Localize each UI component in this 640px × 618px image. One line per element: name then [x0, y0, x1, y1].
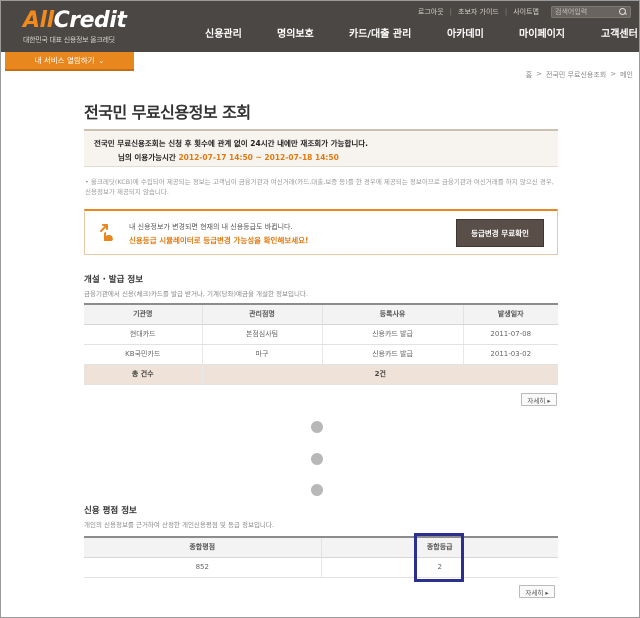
cell-date: 2011-07-08 [462, 324, 558, 345]
page-frame: AllCredit 대한민국 대표 신용정보 올크레딧 로그아웃 | 초보자 가… [0, 0, 640, 618]
allcredit-logo[interactable]: AllCredit 대한민국 대표 신용정보 올크레딧 [23, 8, 127, 45]
simulator-info-text: 내 신용정보가 변경되면 현재의 내 신용등급도 바뀝니다. [129, 223, 293, 231]
footnote-text: • 올크레딧(KCB)에 수집되어 제공되는 정보는 고객님이 금융기관과 여신… [85, 178, 554, 196]
my-services-dropdown[interactable]: 내 서비스 열람하기 ⌄ [5, 52, 134, 71]
col-header-reason: 등록사유 [321, 303, 463, 325]
nav-mypage[interactable]: 마이페이지 [519, 25, 565, 40]
cell-reason: 신용카드 발급 [321, 324, 463, 345]
col-header-branch: 관리점명 [201, 303, 322, 325]
issuance-section-desc: 금융기관에서 신용(체크)카드를 발급 받거나, 기계(당좌)예금을 개설한 정… [84, 290, 309, 298]
notice-line-2: 님의 이용가능시간 2012-07-17 14:50 ~ 2012-07-18 … [94, 152, 558, 163]
grade-simulator-banner: 내 신용정보가 변경되면 현재의 내 신용등급도 바뀝니다. 신용등급 시뮬레이… [84, 209, 558, 255]
total-value: 2건 [201, 364, 558, 385]
notice-available-time-label: 님의 이용가능시간 [118, 153, 176, 162]
utility-nav: 로그아웃 | 초보자 가이드 | 사이트맵 [412, 5, 631, 19]
table-row: 현대카드 본점심사팀 신용카드 발급 2011-07-08 [84, 324, 558, 345]
rating-section-desc: 개인의 신용정보를 근거하여 산정한 개인신용평점 및 등급 정보입니다. [84, 521, 274, 529]
grade-highlight-box [414, 533, 464, 582]
issuance-more-button[interactable]: 자세히 ▸ [521, 393, 557, 406]
cell-date: 2011-03-02 [462, 344, 558, 365]
site-header: AllCredit 대한민국 대표 신용정보 올크레딧 로그아웃 | 초보자 가… [1, 1, 639, 52]
col-header-institution: 기관명 [84, 303, 202, 325]
notice-line-1: 전국민 무료신용조회는 신청 후 횟수에 관계 없이 24시간 내에만 재조회가… [94, 139, 368, 148]
rating-table: 종합평점 종합등급 852 2 [84, 536, 558, 578]
table-row: 852 2 [84, 557, 558, 578]
search-icon[interactable] [619, 8, 627, 16]
logout-link[interactable]: 로그아웃 [412, 7, 450, 17]
grade-change-check-button[interactable]: 등급변경 무료확인 [456, 219, 544, 247]
total-label: 총 건수 [84, 364, 202, 385]
search-box [551, 6, 631, 18]
breadcrumb-home[interactable]: 홈 [526, 70, 532, 80]
chevron-down-icon: ⌄ [98, 56, 105, 65]
table-row: KB국민카드 마구 신용카드 발급 2011-03-02 [84, 344, 558, 365]
issuance-section-title: 개설 · 발급 정보 [84, 275, 144, 285]
nav-card-loan[interactable]: 카드/대출 관리 [349, 25, 411, 40]
breadcrumb: 홈 > 전국민 무료신용조회 > 메인 [526, 70, 633, 80]
ellipsis-dot [311, 421, 323, 433]
table-header-row: 종합평점 종합등급 [84, 536, 558, 558]
cell-total-score: 852 [84, 557, 321, 578]
breadcrumb-free-credit[interactable]: 전국민 무료신용조회 [546, 70, 606, 80]
breadcrumb-separator: > [610, 70, 617, 78]
beginner-guide-link[interactable]: 초보자 가이드 [452, 7, 505, 17]
col-header-date: 발생일자 [462, 303, 558, 325]
issuance-table: 기관명 관리점명 등록사유 발생일자 현대카드 본점심사팀 신용카드 발급 20… [84, 303, 558, 385]
cell-institution: 현대카드 [84, 324, 202, 345]
breadcrumb-separator: > [536, 70, 543, 78]
nav-academy[interactable]: 아카데미 [447, 25, 484, 40]
col-header-total-score: 종합평점 [84, 536, 321, 558]
cell-branch: 본점심사팀 [201, 324, 322, 345]
table-header-row: 기관명 관리점명 등록사유 발생일자 [84, 303, 558, 325]
nav-credit-management[interactable]: 신용관리 [205, 25, 242, 40]
sitemap-link[interactable]: 사이트맵 [507, 7, 545, 17]
simulator-cta-text: 신용등급 시뮬레이터로 등급변경 가능성을 확인해보세요! [129, 236, 309, 245]
notice-available-period: 2012-07-17 14:50 ~ 2012-07-18 14:50 [178, 153, 339, 162]
nav-customer-center[interactable]: 고객센터 [601, 25, 638, 40]
rating-more-button[interactable]: 자세히 ▸ [519, 585, 555, 598]
notice-box: 전국민 무료신용조회는 신청 후 횟수에 관계 없이 24시간 내에만 재조회가… [84, 129, 558, 167]
search-input[interactable] [555, 8, 619, 16]
page-title: 전국민 무료신용정보 조회 [84, 103, 251, 122]
logo-all-text: All [23, 8, 54, 33]
ellipsis-dot [311, 453, 323, 465]
my-services-label: 내 서비스 열람하기 [34, 56, 95, 65]
rating-section-title: 신용 평점 정보 [84, 506, 137, 516]
cell-reason: 신용카드 발급 [321, 344, 463, 365]
logo-tagline: 대한민국 대표 신용정보 올크레딧 [23, 36, 115, 44]
cell-institution: KB국민카드 [84, 344, 202, 365]
logo-credit-text: Credit [53, 8, 127, 33]
ellipsis-dot [311, 484, 323, 496]
breadcrumb-main: 메인 [620, 71, 633, 79]
table-total-row: 총 건수 2건 [84, 364, 558, 385]
cell-branch: 마구 [201, 344, 322, 365]
pointing-hand-icon [100, 224, 113, 241]
nav-identity-protection[interactable]: 명의보호 [277, 25, 314, 40]
